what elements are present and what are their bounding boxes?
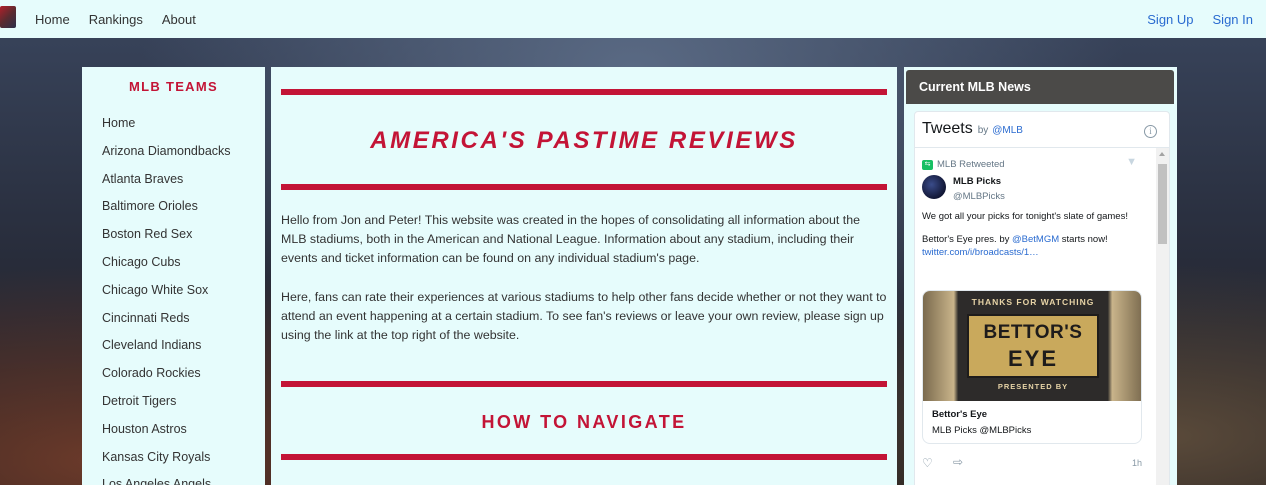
intro-paragraph: Hello from Jon and Peter! This website w… — [281, 213, 861, 265]
tweet-media-card[interactable]: THANKS FOR WATCHING BETTOR'S EYE PRESENT… — [922, 290, 1142, 444]
timeline-scrollbar[interactable] — [1156, 148, 1169, 485]
timeline-title: Tweets — [922, 120, 973, 137]
tweet-mention-link[interactable]: @BetMGM — [1012, 234, 1059, 245]
tweet-text-post: starts now! — [1061, 234, 1108, 245]
page-title: AMERICA'S PASTIME REVIEWS — [370, 127, 798, 154]
timeline-handle-link[interactable]: @MLB — [992, 125, 1023, 136]
sidebar-item-home[interactable]: Home — [102, 110, 265, 138]
sign-in-link[interactable]: Sign In — [1213, 12, 1253, 27]
sidebar-item-boston-red-sox[interactable]: Boston Red Sex — [102, 221, 265, 249]
tweet-author-name[interactable]: MLB Picks — [953, 176, 1001, 187]
news-panel: Current MLB News Tweets by @MLB i ⇆ MLB … — [904, 67, 1177, 485]
news-header: Current MLB News — [906, 70, 1174, 104]
sidebar-title: MLB TEAMS — [129, 79, 218, 94]
sidebar-item-chicago-white-sox[interactable]: Chicago White Sox — [102, 277, 265, 305]
bettors-eye-logo: BETTOR'S EYE — [967, 314, 1099, 378]
divider-rule — [281, 381, 887, 387]
divider-rule — [281, 184, 887, 190]
sidebar-item-cincinnati-reds[interactable]: Cincinnati Reds — [102, 305, 265, 333]
top-navbar: Home Rankings About Sign Up Sign In — [0, 0, 1266, 38]
tweet-author-handle[interactable]: @MLBPicks — [953, 191, 1005, 202]
divider-rule — [281, 89, 887, 95]
media-logo-line: BETTOR'S — [983, 322, 1083, 343]
media-caption-bottom: PRESENTED BY — [997, 382, 1069, 391]
main-content: AMERICA'S PASTIME REVIEWS Hello from Jon… — [271, 67, 897, 485]
nav-rankings-link[interactable]: Rankings — [89, 12, 143, 27]
sidebar-item-colorado-rockies[interactable]: Colorado Rockies — [102, 360, 265, 388]
media-subtitle: MLB Picks @MLBPicks — [932, 425, 1032, 436]
media-title: Bettor's Eye — [932, 409, 988, 420]
timeline-divider — [915, 147, 1169, 148]
tweet-text-line: We got all your picks for tonight's slat… — [922, 211, 1128, 222]
sidebar-item-cleveland-indians[interactable]: Cleveland Indians — [102, 332, 265, 360]
twitter-bird-icon[interactable]: ▼ — [1126, 156, 1137, 168]
retweet-icon: ⇆ — [922, 159, 933, 170]
nav-right: Sign Up Sign In — [1128, 0, 1253, 38]
tweet-text-line: Bettor's Eye pres. by @BetMGM starts now… — [922, 233, 1142, 246]
heart-icon[interactable]: ♡ — [922, 456, 933, 470]
tweet-timestamp[interactable]: 1h — [1132, 458, 1142, 468]
nav-left: Home Rankings About — [35, 0, 215, 38]
timeline-header: Tweets by @MLB — [922, 120, 1023, 140]
site-logo[interactable] — [0, 6, 16, 28]
media-thumbnail[interactable]: THANKS FOR WATCHING BETTOR'S EYE PRESENT… — [923, 291, 1141, 401]
media-logo-line: EYE — [1007, 346, 1059, 371]
nav-about-link[interactable]: About — [162, 12, 196, 27]
section-title-how-to-navigate: HOW TO NAVIGATE — [481, 412, 687, 432]
retweet-label: MLB Retweeted — [937, 159, 1005, 170]
nav-home-link[interactable]: Home — [35, 12, 70, 27]
media-caption-top: THANKS FOR WATCHING — [971, 297, 1095, 307]
teams-sidebar: MLB TEAMS Home Arizona Diamondbacks Atla… — [82, 67, 265, 485]
sidebar-item-baltimore-orioles[interactable]: Baltimore Orioles — [102, 193, 265, 221]
retweet-row: ⇆ MLB Retweeted — [922, 159, 1005, 170]
timeline-by: by — [977, 125, 989, 136]
sidebar-item-detroit-tigers[interactable]: Detroit Tigers — [102, 388, 265, 416]
tweet-actions: ♡ ⇨ 1h — [915, 455, 1145, 472]
sidebar-item-atlanta-braves[interactable]: Atlanta Braves — [102, 166, 265, 194]
divider-rule — [281, 454, 887, 460]
tweet-text-pre: Bettor's Eye pres. by — [922, 234, 1010, 245]
twitter-timeline[interactable]: Tweets by @MLB i ⇆ MLB Retweeted ▼ MLB P… — [914, 111, 1170, 485]
tweet-text: We got all your picks for tonight's slat… — [922, 210, 1142, 259]
tweet-url-link[interactable]: twitter.com/i/broadcasts/1… — [922, 246, 1142, 259]
avatar[interactable] — [922, 175, 946, 199]
scrollbar-thumb[interactable] — [1158, 164, 1167, 244]
sidebar-item-kansas-city-royals[interactable]: Kansas City Royals — [102, 444, 265, 472]
sidebar-item-houston-astros[interactable]: Houston Astros — [102, 416, 265, 444]
sidebar-item-arizona-diamondbacks[interactable]: Arizona Diamondbacks — [102, 138, 265, 166]
sidebar-item-chicago-cubs[interactable]: Chicago Cubs — [102, 249, 265, 277]
sidebar-item-los-angeles-angels[interactable]: Los Angeles Angels — [102, 471, 265, 485]
scroll-up-arrow-icon[interactable] — [1159, 152, 1165, 156]
share-icon[interactable]: ⇨ — [953, 455, 963, 469]
ratings-paragraph: Here, fans can rate their experiences at… — [281, 290, 887, 342]
sign-up-link[interactable]: Sign Up — [1147, 12, 1193, 27]
team-list: Home Arizona Diamondbacks Atlanta Braves… — [82, 110, 265, 485]
info-icon[interactable]: i — [1144, 125, 1157, 138]
